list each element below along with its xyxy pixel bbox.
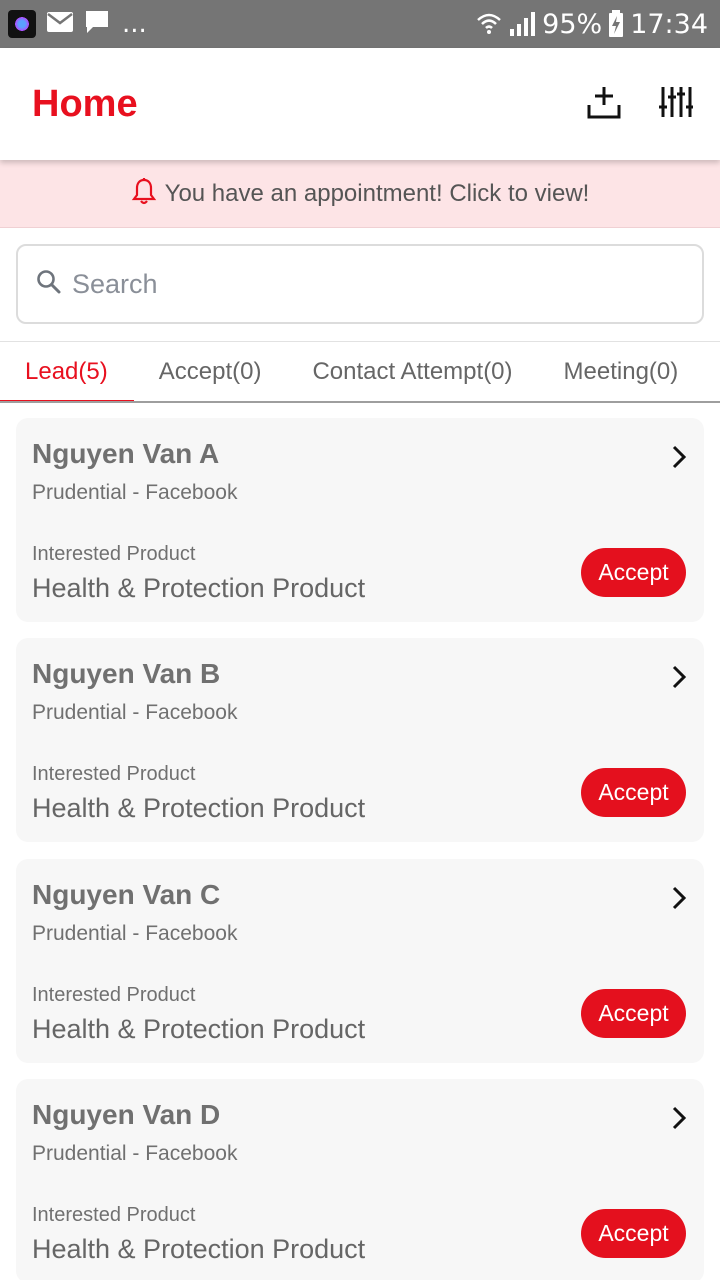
signal-icon bbox=[508, 11, 536, 37]
clock: 17:34 bbox=[630, 8, 708, 40]
interested-product-value: Health & Protection Product bbox=[32, 1234, 366, 1264]
chevron-right-icon[interactable] bbox=[668, 885, 690, 911]
add-lead-icon bbox=[587, 85, 621, 124]
wifi-icon bbox=[476, 11, 502, 37]
lead-source: Prudential - Facebook bbox=[32, 922, 238, 945]
search-box[interactable] bbox=[16, 244, 704, 324]
lead-card[interactable]: Nguyen Van A Prudential - Facebook Inter… bbox=[16, 418, 704, 622]
tab-accept[interactable]: Accept(0) bbox=[159, 342, 262, 401]
appointment-banner[interactable]: You have an appointment! Click to view! bbox=[0, 160, 720, 228]
app-header: Home bbox=[0, 48, 720, 160]
lead-source: Prudential - Facebook bbox=[32, 481, 238, 504]
bell-icon bbox=[131, 177, 157, 210]
app-icon bbox=[8, 10, 36, 38]
accept-button[interactable]: Accept bbox=[581, 548, 686, 597]
search-input[interactable] bbox=[72, 268, 632, 300]
mail-icon bbox=[46, 11, 74, 38]
search-icon bbox=[36, 269, 62, 300]
filter-button[interactable] bbox=[656, 84, 696, 124]
accept-button[interactable]: Accept bbox=[581, 1209, 686, 1258]
lead-source: Prudential - Facebook bbox=[32, 1142, 238, 1165]
lead-source: Prudential - Facebook bbox=[32, 701, 238, 724]
chevron-right-icon[interactable] bbox=[668, 1105, 690, 1131]
chevron-right-icon[interactable] bbox=[668, 664, 690, 690]
lead-name: Nguyen Van B bbox=[32, 658, 221, 689]
interested-product-label: Interested Product bbox=[32, 763, 196, 785]
accept-button[interactable]: Accept bbox=[581, 989, 686, 1038]
tab-lead[interactable]: Lead(5) bbox=[0, 342, 134, 401]
status-tabs: Lead(5) Accept(0) Contact Attempt(0) Mee… bbox=[0, 341, 720, 403]
lead-card[interactable]: Nguyen Van C Prudential - Facebook Inter… bbox=[16, 859, 704, 1063]
battery-level: 95% bbox=[542, 8, 603, 40]
add-lead-button[interactable] bbox=[584, 84, 624, 124]
filter-sliders-icon bbox=[659, 85, 693, 124]
header-actions bbox=[584, 84, 696, 124]
interested-product-value: Health & Protection Product bbox=[32, 573, 366, 603]
accept-button[interactable]: Accept bbox=[581, 768, 686, 817]
lead-card[interactable]: Nguyen Van D Prudential - Facebook Inter… bbox=[16, 1079, 704, 1280]
interested-product-value: Health & Protection Product bbox=[32, 1014, 366, 1044]
interested-product-label: Interested Product bbox=[32, 543, 196, 565]
tab-contact-attempt[interactable]: Contact Attempt(0) bbox=[312, 342, 512, 401]
interested-product-value: Health & Protection Product bbox=[32, 793, 366, 823]
tab-meeting[interactable]: Meeting(0) bbox=[564, 342, 679, 401]
chat-icon bbox=[84, 9, 110, 40]
banner-text: You have an appointment! Click to view! bbox=[164, 179, 590, 207]
battery-charging-icon bbox=[608, 10, 624, 38]
page-title: Home bbox=[32, 82, 138, 125]
lead-name: Nguyen Van D bbox=[32, 1099, 221, 1130]
interested-product-label: Interested Product bbox=[32, 1204, 196, 1226]
chevron-right-icon[interactable] bbox=[668, 444, 690, 470]
interested-product-label: Interested Product bbox=[32, 984, 196, 1006]
lead-card[interactable]: Nguyen Van B Prudential - Facebook Inter… bbox=[16, 638, 704, 842]
status-overflow: ... bbox=[122, 9, 147, 39]
status-bar: ... 95% 17:34 bbox=[0, 0, 720, 48]
lead-name: Nguyen Van C bbox=[32, 879, 221, 910]
lead-name: Nguyen Van A bbox=[32, 438, 220, 469]
